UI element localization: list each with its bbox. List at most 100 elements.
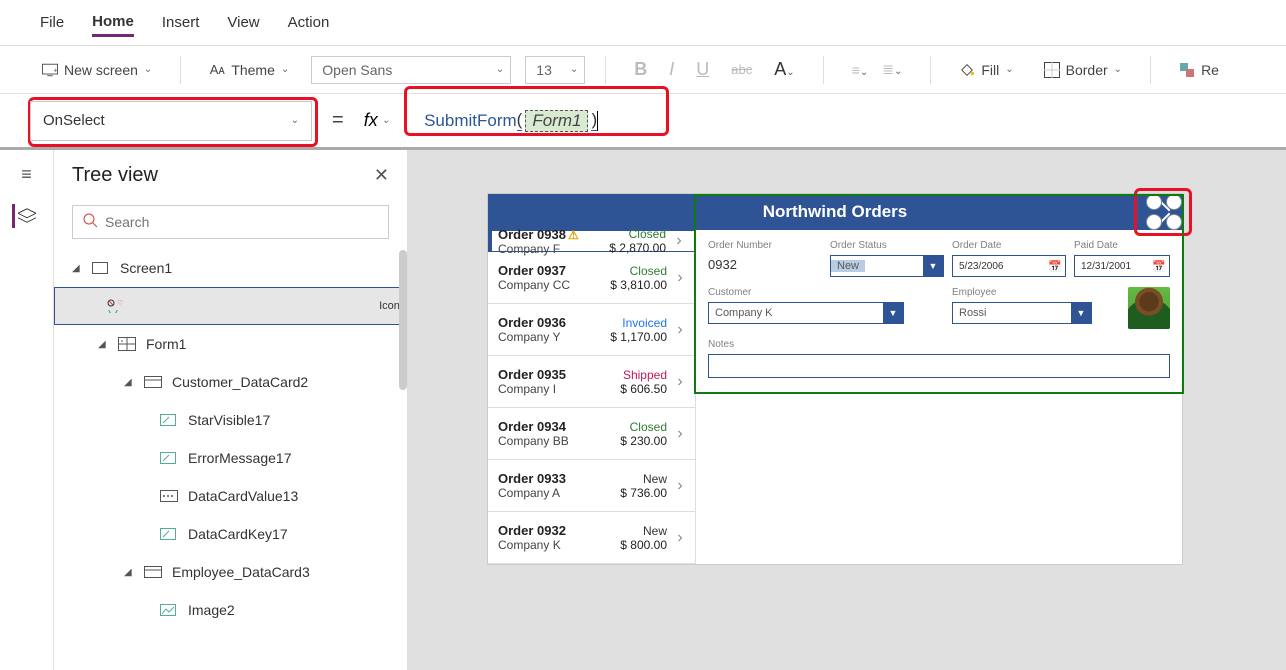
align-button[interactable]: ≡⌄: [852, 62, 869, 78]
label-icon: [160, 452, 180, 464]
tree-label: ErrorMessage17: [188, 450, 292, 466]
tree-node-starvisible[interactable]: StarVisible17: [54, 401, 407, 439]
menu-insert[interactable]: Insert: [162, 10, 200, 35]
fontsize-select[interactable]: 13 ⌄: [525, 56, 585, 84]
company-name: Company BB: [498, 434, 620, 448]
gallery-item[interactable]: Order 0937Company CCClosed$ 3,810.00›: [488, 252, 695, 304]
selection-handle[interactable]: [1166, 194, 1182, 210]
chevron-down-icon: ▼: [1071, 303, 1091, 323]
paiddate-value: 12/31/2001: [1075, 261, 1137, 272]
customer-value: Company K: [709, 307, 778, 319]
tree-node-datacardvalue[interactable]: DataCardValue13: [54, 477, 407, 515]
gallery-item[interactable]: Order 0933Company ANew$ 736.00›: [488, 460, 695, 512]
tree-label: Employee_DataCard3: [172, 564, 310, 580]
theme-label: Theme: [231, 62, 275, 78]
save-icon-selected[interactable]: [1140, 188, 1188, 236]
reorder-button[interactable]: Re: [1171, 46, 1227, 93]
property-select[interactable]: OnSelect ⌄: [30, 101, 312, 141]
selection-handle[interactable]: [1146, 194, 1162, 210]
tree-node-icon1[interactable]: ♡ Icon1: [54, 287, 407, 325]
order-amount: $ 800.00: [620, 538, 667, 552]
screen-icon: [92, 262, 112, 274]
valign-button[interactable]: ≣⌄: [882, 61, 902, 78]
company-name: Company A: [498, 486, 620, 500]
menu-file[interactable]: File: [40, 10, 64, 35]
company-name: Company I: [498, 382, 620, 396]
tree-scrollbar[interactable]: [399, 250, 407, 390]
selection-handle[interactable]: [1146, 214, 1162, 230]
fill-button[interactable]: Fill ⌄: [951, 46, 1021, 93]
menu-view[interactable]: View: [227, 10, 259, 35]
paiddate-input[interactable]: 12/31/2001📅: [1074, 255, 1170, 277]
employee-select[interactable]: Rossi▼: [952, 302, 1092, 324]
underline-button[interactable]: U: [696, 59, 709, 80]
gallery-item[interactable]: Order 0932Company KNew$ 800.00›: [488, 512, 695, 564]
datacard-icon: [144, 376, 164, 388]
layers-icon[interactable]: [12, 204, 36, 228]
tree-label: DataCardValue13: [188, 488, 298, 504]
tree-node-employee-datacard[interactable]: ◢ Employee_DataCard3: [54, 553, 407, 591]
order-number: Order 0936: [498, 315, 566, 330]
order-number: Order 0937: [498, 263, 566, 278]
tree-label: Form1: [146, 336, 186, 352]
gallery-item[interactable]: Order 0938⚠Company FClosed$ 2,870.00›: [488, 230, 695, 252]
close-icon[interactable]: ✕: [374, 165, 389, 186]
hamburger-icon[interactable]: ≡: [15, 162, 39, 186]
theme-button[interactable]: Aᴀ Theme ⌄: [201, 46, 297, 93]
reorder-label: Re: [1201, 62, 1219, 78]
search-icon: [83, 213, 97, 232]
border-button[interactable]: Border ⌄: [1036, 46, 1130, 93]
paren-open: (: [517, 110, 523, 131]
gallery-item[interactable]: Order 0935Company IShipped$ 606.50›: [488, 356, 695, 408]
collapse-icon[interactable]: ◢: [124, 567, 136, 578]
order-form: Order Number 0932 Order Status New▼ Orde…: [696, 230, 1182, 564]
tree-node-image2[interactable]: Image2: [54, 591, 407, 629]
tree-search[interactable]: [72, 205, 389, 239]
fontcolor-button[interactable]: A⌄: [774, 59, 794, 80]
tree-node-screen1[interactable]: ◢ Screen1: [54, 249, 407, 287]
status-select[interactable]: New▼: [830, 255, 944, 277]
tree-node-errormessage[interactable]: ErrorMessage17: [54, 439, 407, 477]
customer-select[interactable]: Company K▼: [708, 302, 904, 324]
app-preview: Northwind Orders Order 0938⚠Company FClo…: [488, 194, 1182, 564]
order-status: New: [620, 524, 667, 538]
order-status: New: [620, 472, 667, 486]
menu-home[interactable]: Home: [92, 9, 134, 37]
tree-node-datacardkey[interactable]: DataCardKey17: [54, 515, 407, 553]
gallery-item[interactable]: Order 0936Company YInvoiced$ 1,170.00›: [488, 304, 695, 356]
order-amount: $ 606.50: [620, 382, 667, 396]
tree-node-form1[interactable]: ◢ Form1: [54, 325, 407, 363]
selection-handle[interactable]: [1166, 214, 1182, 230]
company-name: Company K: [498, 538, 620, 552]
formula-input[interactable]: SubmitForm ( Form1 ): [404, 110, 1266, 132]
orderdate-input[interactable]: 5/23/2006📅: [952, 255, 1066, 277]
collapse-icon[interactable]: ◢: [124, 377, 136, 388]
chevron-right-icon: ›: [673, 425, 687, 443]
notes-input[interactable]: [708, 354, 1170, 378]
warning-icon: ⚠: [568, 228, 579, 242]
orders-gallery[interactable]: Order 0938⚠Company FClosed$ 2,870.00›Ord…: [488, 230, 696, 564]
divider: [180, 56, 181, 84]
order-amount: $ 230.00: [620, 434, 667, 448]
new-screen-label: New screen: [64, 62, 138, 78]
equals-label: =: [332, 109, 344, 132]
order-status: Shipped: [620, 368, 667, 382]
svg-text:♡: ♡: [117, 299, 123, 307]
label-notes: Notes: [708, 339, 1170, 350]
bold-button[interactable]: B: [634, 59, 647, 80]
strike-button[interactable]: abc: [731, 62, 752, 77]
font-select[interactable]: Open Sans ⌄: [311, 56, 511, 84]
collapse-icon[interactable]: ◢: [72, 263, 84, 274]
tree-node-customer-datacard[interactable]: ◢ Customer_DataCard2: [54, 363, 407, 401]
search-input[interactable]: [105, 214, 378, 230]
tree-label: Image2: [188, 602, 235, 618]
collapse-icon[interactable]: ◢: [98, 339, 110, 350]
fx-button[interactable]: fx ⌄: [364, 110, 390, 131]
italic-button[interactable]: I: [669, 59, 674, 80]
label-icon: [160, 414, 180, 426]
new-screen-button[interactable]: + New screen ⌄: [34, 46, 160, 93]
gallery-item[interactable]: Order 0934Company BBClosed$ 230.00›: [488, 408, 695, 460]
formula-fn: SubmitForm: [424, 111, 517, 131]
menu-action[interactable]: Action: [288, 10, 330, 35]
ordernum-value: 0932: [708, 255, 822, 272]
